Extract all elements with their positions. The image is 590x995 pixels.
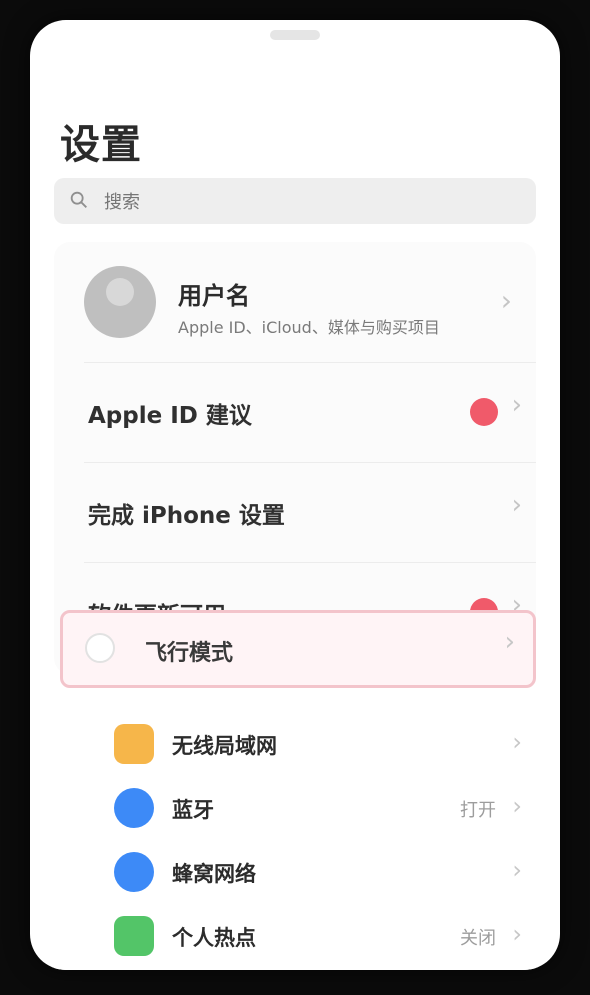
chevron-right-icon: ›: [512, 792, 522, 820]
phone-screen: 设置 用户名 Apple ID、iCloud、媒体与购买项目 › Apple I…: [30, 20, 560, 970]
list-value: 打开: [460, 800, 496, 821]
list-label: 蓝牙: [172, 798, 214, 822]
radio-icon: [85, 633, 115, 663]
chevron-right-icon: ›: [512, 856, 522, 884]
list-label: 蜂窝网络: [172, 862, 256, 886]
hotspot-icon: [114, 916, 154, 956]
highlighted-setting-row[interactable]: 飞行模式 ›: [60, 610, 536, 688]
chevron-right-icon: ›: [512, 728, 522, 756]
page-title: 设置: [60, 122, 142, 168]
chevron-right-icon: ›: [511, 490, 522, 520]
chevron-right-icon: ›: [511, 390, 522, 420]
chevron-right-icon: ›: [504, 627, 515, 657]
list-label: 个人热点: [172, 926, 256, 950]
highlighted-row-label: 飞行模式: [145, 641, 234, 666]
profile-name: 用户名: [178, 282, 250, 310]
profile-row[interactable]: 用户名 Apple ID、iCloud、媒体与购买项目 ›: [54, 242, 536, 362]
list-value: 关闭: [460, 928, 496, 949]
top-notch: [270, 30, 320, 40]
cellular-icon: [114, 852, 154, 892]
list-label: 无线局域网: [172, 734, 277, 758]
list-item-bluetooth[interactable]: 蓝牙 打开 ›: [54, 778, 536, 840]
row-apple-id-suggestions[interactable]: Apple ID 建议 ›: [54, 362, 536, 462]
row-finish-setup[interactable]: 完成 iPhone 设置 ›: [54, 462, 536, 562]
bluetooth-icon: [114, 788, 154, 828]
list-item-wifi[interactable]: 无线局域网 ›: [54, 714, 536, 776]
search-icon: [70, 191, 87, 208]
profile-subtitle: Apple ID、iCloud、媒体与购买项目: [178, 318, 440, 337]
avatar: [84, 266, 156, 338]
list-item-cellular[interactable]: 蜂窝网络 ›: [54, 842, 536, 904]
search-bar[interactable]: [54, 178, 536, 226]
list-item-hotspot[interactable]: 个人热点 关闭 ›: [54, 906, 536, 968]
search-input[interactable]: [102, 178, 331, 226]
notification-badge: [470, 398, 498, 426]
chevron-right-icon: ›: [512, 920, 522, 948]
wifi-icon: [114, 724, 154, 764]
chevron-right-icon: ›: [500, 284, 512, 317]
row-label: 完成 iPhone 设置: [88, 503, 285, 529]
settings-list: 无线局域网 › 蓝牙 打开 › 蜂窝网络 › 个人热点 关闭 ›: [54, 696, 536, 970]
row-label: Apple ID 建议: [88, 403, 252, 429]
